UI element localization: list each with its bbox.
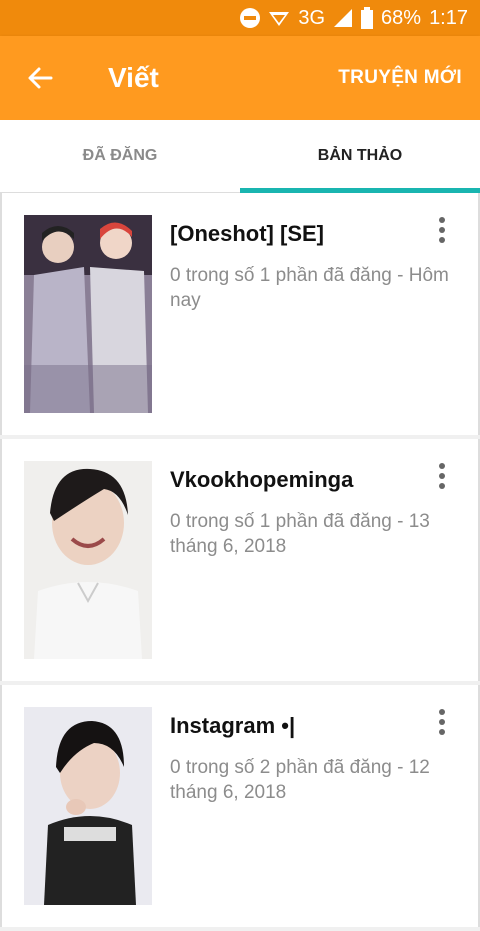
story-meta: 0 trong số 2 phần đã đăng - 12 tháng 6, …: [170, 757, 430, 803]
story-list: [Oneshot] [SE] 0 trong số 1 phần đã đăng…: [0, 193, 480, 931]
story-title: Instagram •|: [170, 713, 296, 738]
story-card[interactable]: Vkookhopeminga 0 trong số 1 phần đã đăng…: [0, 439, 480, 681]
story-meta: 0 trong số 1 phần đã đăng - Hôm nay: [170, 265, 449, 311]
story-title: [Oneshot] [SE]: [170, 221, 324, 246]
wifi-icon: [268, 9, 290, 27]
back-button[interactable]: [0, 36, 80, 120]
story-cover-image: [24, 707, 152, 905]
story-title: Vkookhopeminga: [170, 467, 354, 492]
story-card[interactable]: Instagram •| 0 trong số 2 phần đã đăng -…: [0, 685, 480, 927]
more-options-icon[interactable]: [430, 707, 454, 737]
tab-published[interactable]: ĐÃ ĐĂNG: [0, 120, 240, 192]
battery-percent: 68%: [381, 6, 422, 29]
tab-bar: ĐÃ ĐĂNG BẢN THẢO: [0, 120, 480, 193]
story-card[interactable]: [Oneshot] [SE] 0 trong số 1 phần đã đăng…: [0, 193, 480, 435]
app-bar: Viết TRUYỆN MỚI: [0, 36, 480, 120]
more-options-icon[interactable]: [430, 215, 454, 245]
new-story-button[interactable]: TRUYỆN MỚI: [338, 67, 462, 89]
clock: 1:17: [429, 6, 468, 29]
more-options-icon[interactable]: [430, 461, 454, 491]
story-meta: 0 trong số 1 phần đã đăng - 13 tháng 6, …: [170, 511, 430, 557]
story-cover-image: [24, 215, 152, 413]
signal-icon: [333, 8, 353, 28]
status-bar: 3G 68% 1:17: [0, 0, 480, 36]
network-type: 3G: [298, 6, 326, 29]
page-title: Viết: [108, 62, 159, 93]
tab-drafts[interactable]: BẢN THẢO: [240, 120, 480, 193]
story-cover-image: [24, 461, 152, 659]
do-not-disturb-icon: [240, 8, 261, 28]
battery-icon: [361, 7, 374, 29]
arrow-left-icon: [28, 67, 53, 89]
